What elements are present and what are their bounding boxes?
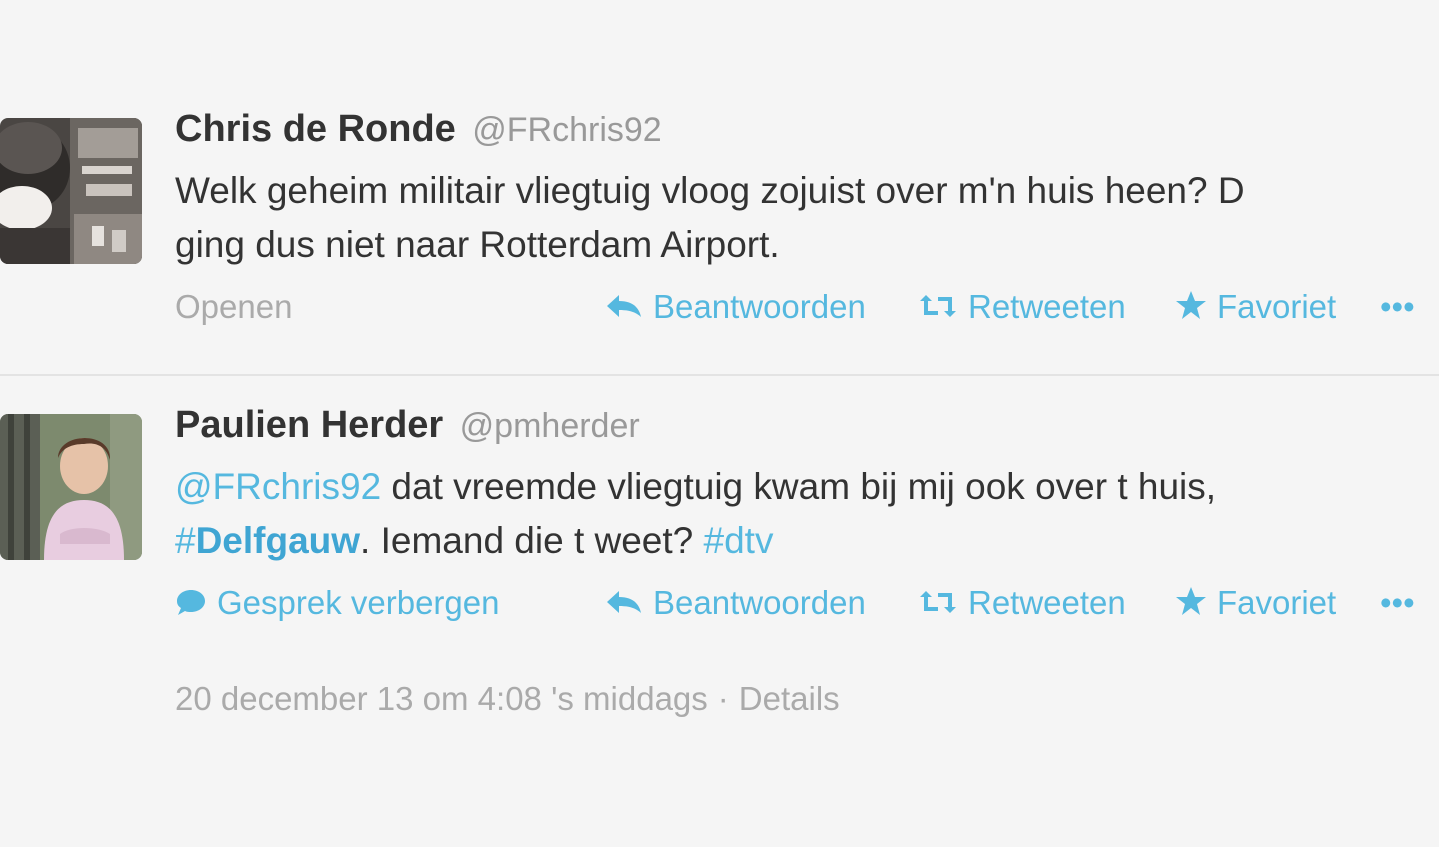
timestamp-separator: · <box>717 680 729 717</box>
tweet-text-line: ging dus niet naar Rotterdam Airport. <box>175 224 780 265</box>
tweet-divider <box>0 374 1439 376</box>
retweet-icon <box>918 291 958 324</box>
tweet-timestamp: 20 december 13 om 4:08 's middags · Detail… <box>175 680 840 718</box>
more-dots-icon: ••• <box>1380 584 1415 621</box>
hide-conversation-link[interactable]: Gesprek verbergen <box>175 584 499 624</box>
more-button[interactable]: ••• <box>1380 584 1415 622</box>
retweet-icon <box>918 587 958 620</box>
tweet-text-segment: . Iemand die t weet? <box>360 520 704 561</box>
hashtag-link[interactable]: #Delfgauw <box>175 520 360 561</box>
retweet-label: Retweeten <box>968 584 1126 621</box>
tweet-content: Chris de Ronde @FRchris92 Welk geheim mi… <box>175 108 1439 340</box>
star-icon <box>1175 290 1207 325</box>
reply-label: Beantwoorden <box>653 584 866 621</box>
tweet-content: Paulien Herder @pmherder @FRchris92 dat … <box>175 404 1439 636</box>
timeline: Chris de Ronde @FRchris92 Welk geheim mi… <box>0 0 1439 847</box>
username[interactable]: @pmherder <box>460 407 640 445</box>
tweet-text-line: #Delfgauw. Iemand die t weet? #dtv <box>175 514 1439 568</box>
open-tweet-link[interactable]: Openen <box>175 288 292 326</box>
hide-conversation-label: Gesprek verbergen <box>217 584 500 621</box>
star-icon <box>1175 586 1207 621</box>
reply-arrow-icon <box>605 291 643 324</box>
fullname[interactable]: Paulien Herder <box>175 404 443 446</box>
reply-button[interactable]: Beantwoorden <box>605 288 866 326</box>
speech-bubble-icon <box>175 586 207 624</box>
avatar[interactable] <box>0 118 142 264</box>
tweet-header: Paulien Herder @pmherder <box>175 404 1439 460</box>
avatar-photo-chris <box>0 118 142 264</box>
tweet-header: Chris de Ronde @FRchris92 <box>175 108 1439 164</box>
mention-link[interactable]: @FRchris92 <box>175 466 381 507</box>
hashtag-link[interactable]: #dtv <box>704 520 774 561</box>
more-button[interactable]: ••• <box>1380 288 1415 326</box>
tweet-actions: Openen Beantwoorden Retweeten Favoriet •… <box>175 280 1439 340</box>
favorite-label: Favoriet <box>1217 584 1337 621</box>
hashtag-symbol: # <box>175 520 196 561</box>
avatar-photo-paulien <box>0 414 142 560</box>
reply-label: Beantwoorden <box>653 288 866 325</box>
details-link[interactable]: Details <box>739 680 840 717</box>
favorite-button[interactable]: Favoriet <box>1175 584 1336 622</box>
retweet-button[interactable]: Retweeten <box>918 584 1126 622</box>
tweet-text-line: Welk geheim militair vliegtuig vloog zoj… <box>175 170 1245 211</box>
more-dots-icon: ••• <box>1380 288 1415 325</box>
reply-button[interactable]: Beantwoorden <box>605 584 866 622</box>
avatar[interactable] <box>0 414 142 560</box>
favorite-button[interactable]: Favoriet <box>1175 288 1336 326</box>
tweet-text-line: @FRchris92 dat vreemde vliegtuig kwam bi… <box>175 460 1439 514</box>
tweet-text: @FRchris92 dat vreemde vliegtuig kwam bi… <box>175 460 1439 568</box>
hashtag-word: Delfgauw <box>195 520 361 561</box>
favorite-label: Favoriet <box>1217 288 1337 325</box>
retweet-button[interactable]: Retweeten <box>918 288 1126 326</box>
tweet-actions: Gesprek verbergen Beantwoorden Retweeten <box>175 576 1439 636</box>
reply-arrow-icon <box>605 587 643 620</box>
tweet-text-segment: dat vreemde vliegtuig kwam bij mij ook o… <box>381 466 1217 507</box>
timestamp-text[interactable]: 20 december 13 om 4:08 's middags <box>175 680 708 717</box>
username[interactable]: @FRchris92 <box>472 111 661 149</box>
retweet-label: Retweeten <box>968 288 1126 325</box>
tweet-text: Welk geheim militair vliegtuig vloog zoj… <box>175 164 1439 272</box>
fullname[interactable]: Chris de Ronde <box>175 108 456 150</box>
